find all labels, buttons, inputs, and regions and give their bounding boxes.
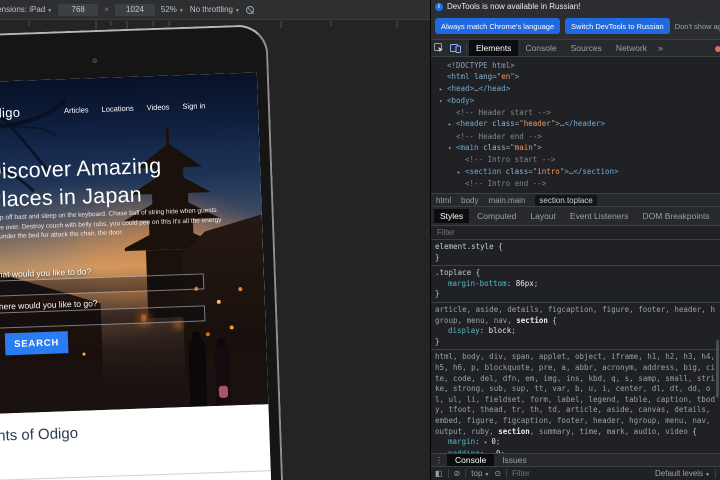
crumb-main.main[interactable]: main.main <box>488 196 525 205</box>
height-input[interactable]: 1024 <box>114 3 155 16</box>
section-divider <box>0 470 271 480</box>
styles-tab-computed[interactable]: Computed <box>471 209 522 223</box>
tab-console[interactable]: Console <box>518 40 563 56</box>
dont-show-again-button[interactable]: Don't show again <box>675 22 720 31</box>
drawer-tab-console[interactable]: Console <box>447 454 495 466</box>
styles-pane: element.style {} .toplace {margin-bottom:… <box>431 240 720 453</box>
log-levels-select[interactable]: Default levels ▼ <box>655 469 710 478</box>
dom-tree-row[interactable]: <!-- Intro end --> <box>435 178 720 189</box>
css-rule: article, aside, details, figcaption, fig… <box>431 303 720 351</box>
crumb-html[interactable]: html <box>436 196 451 205</box>
console-filter-input[interactable]: Filter <box>512 469 530 478</box>
scrollbar-thumb[interactable] <box>716 340 719 398</box>
dom-tree-row[interactable]: <!-- Header end --> <box>435 131 720 142</box>
chevron-down-icon: ▼ <box>47 8 53 14</box>
styles-tab-dom-breakpoints[interactable]: DOM Breakpoints <box>637 209 716 223</box>
tablet-device-frame: Odigo Articles Locations Videos Sign in Dis… <box>0 24 287 480</box>
hero-heading: Discover Amazing Places in Japan <box>0 153 162 212</box>
device-toolbar-icon[interactable] <box>450 43 461 53</box>
devtools-tabbar: Elements Console Sources Network » <box>431 40 720 57</box>
device-screen: Odigo Articles Locations Videos Sign in Dis… <box>0 72 274 480</box>
rule-selector[interactable]: article, aside, details, figcaption, fig… <box>435 305 718 326</box>
dimensions-select[interactable]: Dimensions: iPad▼ <box>0 5 52 14</box>
rotate-icon[interactable] <box>245 5 254 14</box>
nav-item-sign-in[interactable]: Sign in <box>182 101 205 111</box>
kimono-figure <box>214 343 232 407</box>
expand-arrow-icon[interactable]: ▾ <box>448 143 456 154</box>
width-input[interactable]: 768 <box>58 3 99 16</box>
css-rule: html, body, div, span, applet, object, i… <box>431 350 720 453</box>
css-rule: element.style {} <box>431 240 720 267</box>
expand-arrow-icon[interactable]: ▸ <box>439 84 447 95</box>
dom-tree-row[interactable]: ▾ <body> <box>435 95 720 107</box>
toolbar-divider <box>466 42 467 54</box>
tablet-camera <box>92 57 98 64</box>
dom-tree-row[interactable]: <!-- Header start --> <box>435 107 720 118</box>
chevron-down-icon: ▼ <box>178 8 184 14</box>
styles-tab-event-listeners[interactable]: Event Listeners <box>564 209 635 223</box>
error-badge[interactable] <box>715 46 720 52</box>
banner-text: DevTools is now available in Russian! <box>447 2 581 11</box>
css-declaration[interactable]: margin-bottom: 86px; <box>435 279 718 290</box>
rule-selector[interactable]: html, body, div, span, applet, object, i… <box>435 352 718 437</box>
device-toolbar: Dimensions: iPad▼ 768 × 1024 52%▼ No thr… <box>0 0 430 20</box>
highlights-section: Highlights of Odigo <box>0 404 274 480</box>
css-declaration[interactable]: margin: ▸ 0; <box>435 437 718 449</box>
drawer-menu-icon[interactable]: ⋮ <box>431 456 447 465</box>
styles-sidebar-tabs: Styles Computed Layout Event Listeners DOM B… <box>431 207 720 226</box>
styles-filter-input[interactable]: Filter <box>431 226 720 240</box>
crumb-section.toplace[interactable]: section.toplace <box>535 194 597 206</box>
console-drawer: ⋮ Console Issues ◧ ⊘ top ▼ ⊙ Filter Defaul… <box>431 453 720 480</box>
language-banner: i DevTools is now available in Russian! … <box>431 0 720 40</box>
dom-tree-row[interactable]: ▾ <main class="main"> <box>435 142 720 154</box>
live-expression-icon[interactable]: ⊙ <box>494 469 501 478</box>
rule-selector[interactable]: element.style { <box>435 242 718 253</box>
devtools-panel: i DevTools is now available in Russian! … <box>430 0 720 480</box>
site-logo[interactable]: Odigo <box>0 105 21 121</box>
inspect-element-icon[interactable] <box>434 43 444 53</box>
nav-item-articles[interactable]: Articles <box>64 105 89 115</box>
breadcrumb: html body main.main section.toplace <box>431 193 720 207</box>
hero-section: Odigo Articles Locations Videos Sign in Dis… <box>0 72 269 414</box>
pedestrian-silhouette <box>188 338 208 407</box>
more-tabs-icon[interactable]: » <box>654 43 667 53</box>
tab-elements[interactable]: Elements <box>469 40 519 56</box>
expand-arrow-icon[interactable]: ▸ <box>448 119 456 130</box>
console-sidebar-icon[interactable]: ◧ <box>435 469 443 478</box>
dom-tree-row[interactable]: ▸ <head>…</head> <box>435 83 720 95</box>
chevron-down-icon: ▼ <box>484 472 490 478</box>
highlights-title: Highlights of Odigo <box>0 424 79 447</box>
chevron-down-icon: ▼ <box>234 8 240 14</box>
dom-tree-row[interactable]: <!DOCTYPE html> <box>435 60 720 71</box>
elements-tree: <!DOCTYPE html> <html lang="en"> ▸ <head>…<… <box>431 57 720 193</box>
dom-tree-row[interactable]: ▸ <section class="intro">…</section> <box>435 166 720 178</box>
search-button[interactable]: SEARCH <box>4 331 69 356</box>
tab-network[interactable]: Network <box>609 40 654 56</box>
match-language-button[interactable]: Always match Chrome's language <box>435 18 561 34</box>
info-icon: i <box>435 2 443 11</box>
chevron-down-icon: ▼ <box>705 472 710 478</box>
styles-tab-layout[interactable]: Layout <box>524 209 562 223</box>
tab-sources[interactable]: Sources <box>564 40 609 56</box>
throttling-select[interactable]: No throttling ▼ <box>190 5 240 14</box>
styles-tab-styles[interactable]: Styles <box>434 209 470 223</box>
crumb-body[interactable]: body <box>461 196 478 205</box>
zoom-select[interactable]: 52% ▼ <box>161 5 184 14</box>
drawer-tab-issues[interactable]: Issues <box>494 454 535 466</box>
nav-item-videos[interactable]: Videos <box>147 102 170 112</box>
expand-arrow-icon[interactable]: ▸ <box>457 167 465 178</box>
css-declaration[interactable]: display: block; <box>435 326 718 337</box>
dimensions-separator: × <box>104 5 109 14</box>
clear-console-icon[interactable]: ⊘ <box>454 469 461 478</box>
nav-item-locations[interactable]: Locations <box>101 104 133 114</box>
console-context-select[interactable]: top ▼ <box>471 469 489 478</box>
expand-arrow-icon[interactable]: ▾ <box>439 96 447 107</box>
switch-russian-button[interactable]: Switch DevTools to Russian <box>565 18 670 34</box>
site-nav: Articles Locations Videos Sign in <box>64 101 206 115</box>
dom-tree-row[interactable]: <html lang="en"> <box>435 71 720 82</box>
dom-tree-row[interactable]: <!-- Intro start --> <box>435 154 720 165</box>
dom-tree-row[interactable]: ▸ <header class="header">…</header> <box>435 118 720 130</box>
css-rule: .toplace {margin-bottom: 86px;} <box>431 266 720 303</box>
rule-selector[interactable]: .toplace { <box>435 268 718 279</box>
